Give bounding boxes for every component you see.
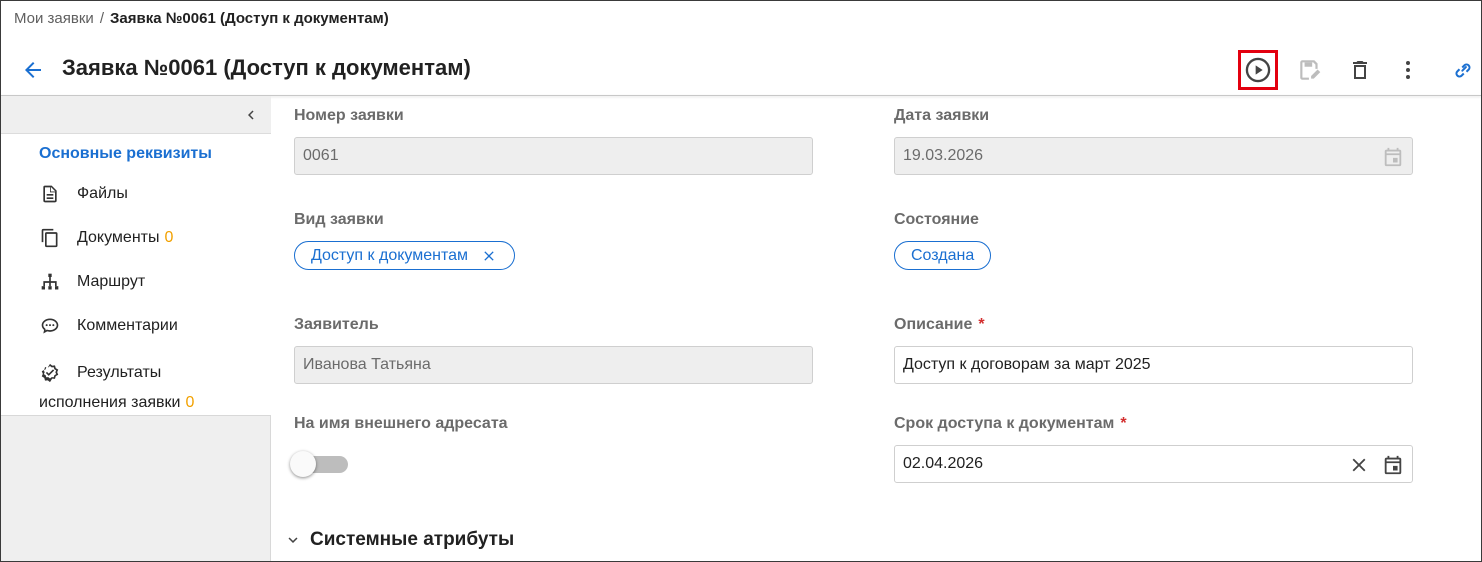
more-button[interactable] [1388,50,1428,90]
required-mark: * [1120,415,1127,432]
sidebar-item-documents[interactable]: Документы 0 [39,226,173,250]
documents-count: 0 [164,229,174,246]
sidebar-item-files[interactable]: Файлы [39,182,128,206]
chevron-down-icon [284,531,302,549]
toggle-thumb [290,451,316,477]
link-icon [1455,63,1471,78]
close-icon [484,250,494,261]
date-field[interactable]: 19.03.2026 [894,137,1413,175]
description-value: Доступ к договорам за март 2025 [903,356,1151,373]
access-term-label: Срок доступа к документам * [894,415,1127,433]
breadcrumb-separator: / [99,10,104,27]
route-icon [39,271,61,293]
collapse-sidebar-button[interactable] [241,105,261,125]
open-calendar-button[interactable] [1382,454,1404,476]
results-count: 0 [185,394,195,411]
sidebar-item-label: Документы [77,229,160,246]
sidebar: Основные реквизиты Файлы Документы 0 Мар… [1,96,271,561]
delete-button[interactable] [1340,50,1380,90]
verified-icon [39,362,61,384]
sidebar-collapse-strip [1,96,271,134]
sidebar-item-results[interactable]: Результаты исполнения заявки 0 [39,358,259,418]
page-title: Заявка №0061 (Доступ к документам) [62,55,471,80]
section-title: Системные атрибуты [310,529,515,550]
type-label: Вид заявки [294,211,384,228]
number-value: 0061 [303,147,339,164]
sidebar-item-comments[interactable]: Комментарии [39,314,178,338]
date-label: Дата заявки [894,107,990,124]
type-chip[interactable]: Доступ к документам [294,241,515,270]
clear-type-button[interactable] [480,247,498,265]
sidebar-item-label: Маршрут [77,273,146,290]
calendar-icon [1384,147,1402,167]
more-vertical-icon [1406,61,1410,79]
number-field[interactable]: 0061 [294,137,813,175]
save-edit-icon [1300,60,1321,80]
file-icon [39,183,61,205]
sidebar-nav-panel: Основные реквизиты Файлы Документы 0 Мар… [1,96,271,416]
description-label: Описание * [894,316,985,334]
copy-link-button[interactable] [1443,50,1482,90]
applicant-label: Заявитель [294,316,379,333]
access-term-value: 02.04.2026 [903,455,984,472]
description-label-text: Описание [894,316,973,333]
start-button[interactable] [1238,50,1278,90]
sidebar-item-main-details[interactable]: Основные реквизиты [39,145,212,163]
number-label: Номер заявки [294,107,404,124]
arrow-left-icon [25,62,41,78]
system-attributes-section-toggle[interactable]: Системные атрибуты [284,529,514,551]
type-chip-label: Доступ к документам [311,246,468,264]
save-edit-button[interactable] [1290,50,1330,90]
state-value: Создана [911,246,975,264]
comment-icon [39,315,61,337]
clear-date-button[interactable] [1348,454,1370,476]
sidebar-item-label: Комментарии [77,317,178,334]
date-value: 19.03.2026 [903,147,984,164]
sidebar-item-label: Результаты [77,364,162,381]
sidebar-item-route[interactable]: Маршрут [39,270,145,294]
applicant-value: Иванова Татьяна [303,356,431,373]
breadcrumb: Мои заявки / Заявка №0061 (Доступ к докуме… [14,10,389,27]
calendar-icon [1384,455,1402,475]
breadcrumb-parent-link[interactable]: Мои заявки [14,10,94,27]
external-recipient-label: На имя внешнего адресата [294,415,508,432]
external-recipient-toggle[interactable] [290,451,350,477]
chevron-left-icon [248,110,254,120]
breadcrumb-current: Заявка №0061 (Доступ к документам) [109,10,389,27]
applicant-field[interactable]: Иванова Татьяна [294,346,813,384]
back-button[interactable] [20,57,46,83]
description-input[interactable]: Доступ к договорам за март 2025 [894,346,1413,384]
play-circle-icon [1245,57,1271,83]
documents-icon [39,227,61,249]
state-label: Состояние [894,211,979,228]
trash-icon [1353,61,1367,79]
close-icon [1352,458,1366,472]
required-mark: * [978,316,985,333]
sidebar-item-label-continued: исполнения заявки [39,394,181,411]
state-badge: Создана [894,241,992,270]
sidebar-item-label: Файлы [77,185,128,202]
access-term-date-field[interactable]: 02.04.2026 [894,445,1413,483]
access-term-label-text: Срок доступа к документам [894,415,1115,432]
